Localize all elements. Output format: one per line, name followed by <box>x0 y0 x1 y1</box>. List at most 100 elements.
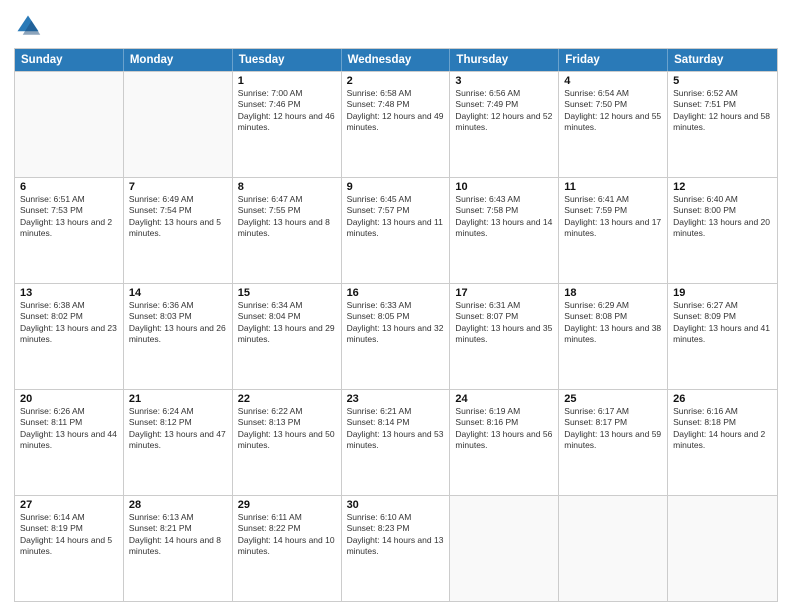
cell-info: Sunrise: 6:38 AM Sunset: 8:02 PM Dayligh… <box>20 300 118 346</box>
calendar-cell <box>450 496 559 601</box>
cell-info: Sunrise: 6:34 AM Sunset: 8:04 PM Dayligh… <box>238 300 336 346</box>
day-number: 28 <box>129 499 227 511</box>
cell-info: Sunrise: 6:47 AM Sunset: 7:55 PM Dayligh… <box>238 194 336 240</box>
day-number: 19 <box>673 287 772 299</box>
calendar-week-row: 1Sunrise: 7:00 AM Sunset: 7:46 PM Daylig… <box>15 71 777 177</box>
day-number: 29 <box>238 499 336 511</box>
day-number: 1 <box>238 75 336 87</box>
cell-info: Sunrise: 6:54 AM Sunset: 7:50 PM Dayligh… <box>564 88 662 134</box>
calendar-week-row: 27Sunrise: 6:14 AM Sunset: 8:19 PM Dayli… <box>15 495 777 601</box>
calendar-cell: 25Sunrise: 6:17 AM Sunset: 8:17 PM Dayli… <box>559 390 668 495</box>
calendar-week-row: 20Sunrise: 6:26 AM Sunset: 8:11 PM Dayli… <box>15 389 777 495</box>
calendar-cell: 28Sunrise: 6:13 AM Sunset: 8:21 PM Dayli… <box>124 496 233 601</box>
day-number: 21 <box>129 393 227 405</box>
cell-info: Sunrise: 6:56 AM Sunset: 7:49 PM Dayligh… <box>455 88 553 134</box>
logo <box>14 12 46 40</box>
calendar-cell: 24Sunrise: 6:19 AM Sunset: 8:16 PM Dayli… <box>450 390 559 495</box>
day-number: 2 <box>347 75 445 87</box>
cell-info: Sunrise: 6:22 AM Sunset: 8:13 PM Dayligh… <box>238 406 336 452</box>
cell-info: Sunrise: 6:31 AM Sunset: 8:07 PM Dayligh… <box>455 300 553 346</box>
page-header <box>14 12 778 40</box>
cell-info: Sunrise: 6:49 AM Sunset: 7:54 PM Dayligh… <box>129 194 227 240</box>
weekday-header: Thursday <box>450 49 559 71</box>
cell-info: Sunrise: 6:41 AM Sunset: 7:59 PM Dayligh… <box>564 194 662 240</box>
page-container: SundayMondayTuesdayWednesdayThursdayFrid… <box>0 0 792 612</box>
calendar-cell: 4Sunrise: 6:54 AM Sunset: 7:50 PM Daylig… <box>559 72 668 177</box>
calendar-header: SundayMondayTuesdayWednesdayThursdayFrid… <box>15 49 777 71</box>
day-number: 27 <box>20 499 118 511</box>
calendar: SundayMondayTuesdayWednesdayThursdayFrid… <box>14 48 778 602</box>
calendar-cell: 23Sunrise: 6:21 AM Sunset: 8:14 PM Dayli… <box>342 390 451 495</box>
cell-info: Sunrise: 6:11 AM Sunset: 8:22 PM Dayligh… <box>238 512 336 558</box>
calendar-cell: 30Sunrise: 6:10 AM Sunset: 8:23 PM Dayli… <box>342 496 451 601</box>
day-number: 22 <box>238 393 336 405</box>
day-number: 17 <box>455 287 553 299</box>
calendar-week-row: 6Sunrise: 6:51 AM Sunset: 7:53 PM Daylig… <box>15 177 777 283</box>
cell-info: Sunrise: 6:21 AM Sunset: 8:14 PM Dayligh… <box>347 406 445 452</box>
day-number: 10 <box>455 181 553 193</box>
day-number: 13 <box>20 287 118 299</box>
calendar-cell <box>124 72 233 177</box>
day-number: 9 <box>347 181 445 193</box>
calendar-cell: 9Sunrise: 6:45 AM Sunset: 7:57 PM Daylig… <box>342 178 451 283</box>
day-number: 26 <box>673 393 772 405</box>
calendar-cell: 20Sunrise: 6:26 AM Sunset: 8:11 PM Dayli… <box>15 390 124 495</box>
calendar-cell: 7Sunrise: 6:49 AM Sunset: 7:54 PM Daylig… <box>124 178 233 283</box>
cell-info: Sunrise: 6:29 AM Sunset: 8:08 PM Dayligh… <box>564 300 662 346</box>
weekday-header: Tuesday <box>233 49 342 71</box>
weekday-header: Wednesday <box>342 49 451 71</box>
day-number: 3 <box>455 75 553 87</box>
cell-info: Sunrise: 6:40 AM Sunset: 8:00 PM Dayligh… <box>673 194 772 240</box>
cell-info: Sunrise: 6:43 AM Sunset: 7:58 PM Dayligh… <box>455 194 553 240</box>
cell-info: Sunrise: 6:58 AM Sunset: 7:48 PM Dayligh… <box>347 88 445 134</box>
calendar-cell: 5Sunrise: 6:52 AM Sunset: 7:51 PM Daylig… <box>668 72 777 177</box>
day-number: 12 <box>673 181 772 193</box>
calendar-cell: 26Sunrise: 6:16 AM Sunset: 8:18 PM Dayli… <box>668 390 777 495</box>
cell-info: Sunrise: 6:33 AM Sunset: 8:05 PM Dayligh… <box>347 300 445 346</box>
cell-info: Sunrise: 6:36 AM Sunset: 8:03 PM Dayligh… <box>129 300 227 346</box>
cell-info: Sunrise: 6:17 AM Sunset: 8:17 PM Dayligh… <box>564 406 662 452</box>
calendar-cell <box>15 72 124 177</box>
day-number: 14 <box>129 287 227 299</box>
calendar-cell: 13Sunrise: 6:38 AM Sunset: 8:02 PM Dayli… <box>15 284 124 389</box>
day-number: 6 <box>20 181 118 193</box>
day-number: 24 <box>455 393 553 405</box>
cell-info: Sunrise: 6:14 AM Sunset: 8:19 PM Dayligh… <box>20 512 118 558</box>
day-number: 20 <box>20 393 118 405</box>
cell-info: Sunrise: 6:16 AM Sunset: 8:18 PM Dayligh… <box>673 406 772 452</box>
calendar-cell: 12Sunrise: 6:40 AM Sunset: 8:00 PM Dayli… <box>668 178 777 283</box>
calendar-cell: 21Sunrise: 6:24 AM Sunset: 8:12 PM Dayli… <box>124 390 233 495</box>
day-number: 18 <box>564 287 662 299</box>
cell-info: Sunrise: 6:51 AM Sunset: 7:53 PM Dayligh… <box>20 194 118 240</box>
calendar-cell: 6Sunrise: 6:51 AM Sunset: 7:53 PM Daylig… <box>15 178 124 283</box>
day-number: 7 <box>129 181 227 193</box>
calendar-cell: 17Sunrise: 6:31 AM Sunset: 8:07 PM Dayli… <box>450 284 559 389</box>
calendar-cell: 29Sunrise: 6:11 AM Sunset: 8:22 PM Dayli… <box>233 496 342 601</box>
calendar-cell: 8Sunrise: 6:47 AM Sunset: 7:55 PM Daylig… <box>233 178 342 283</box>
calendar-cell: 18Sunrise: 6:29 AM Sunset: 8:08 PM Dayli… <box>559 284 668 389</box>
calendar-cell: 10Sunrise: 6:43 AM Sunset: 7:58 PM Dayli… <box>450 178 559 283</box>
cell-info: Sunrise: 6:52 AM Sunset: 7:51 PM Dayligh… <box>673 88 772 134</box>
day-number: 4 <box>564 75 662 87</box>
calendar-cell <box>559 496 668 601</box>
calendar-cell: 14Sunrise: 6:36 AM Sunset: 8:03 PM Dayli… <box>124 284 233 389</box>
day-number: 15 <box>238 287 336 299</box>
weekday-header: Monday <box>124 49 233 71</box>
calendar-cell: 27Sunrise: 6:14 AM Sunset: 8:19 PM Dayli… <box>15 496 124 601</box>
calendar-cell: 11Sunrise: 6:41 AM Sunset: 7:59 PM Dayli… <box>559 178 668 283</box>
calendar-week-row: 13Sunrise: 6:38 AM Sunset: 8:02 PM Dayli… <box>15 283 777 389</box>
weekday-header: Saturday <box>668 49 777 71</box>
calendar-body: 1Sunrise: 7:00 AM Sunset: 7:46 PM Daylig… <box>15 71 777 601</box>
weekday-header: Sunday <box>15 49 124 71</box>
day-number: 8 <box>238 181 336 193</box>
cell-info: Sunrise: 6:45 AM Sunset: 7:57 PM Dayligh… <box>347 194 445 240</box>
day-number: 11 <box>564 181 662 193</box>
day-number: 5 <box>673 75 772 87</box>
day-number: 23 <box>347 393 445 405</box>
day-number: 16 <box>347 287 445 299</box>
logo-icon <box>14 12 42 40</box>
cell-info: Sunrise: 6:19 AM Sunset: 8:16 PM Dayligh… <box>455 406 553 452</box>
cell-info: Sunrise: 6:10 AM Sunset: 8:23 PM Dayligh… <box>347 512 445 558</box>
calendar-cell: 1Sunrise: 7:00 AM Sunset: 7:46 PM Daylig… <box>233 72 342 177</box>
calendar-cell: 22Sunrise: 6:22 AM Sunset: 8:13 PM Dayli… <box>233 390 342 495</box>
